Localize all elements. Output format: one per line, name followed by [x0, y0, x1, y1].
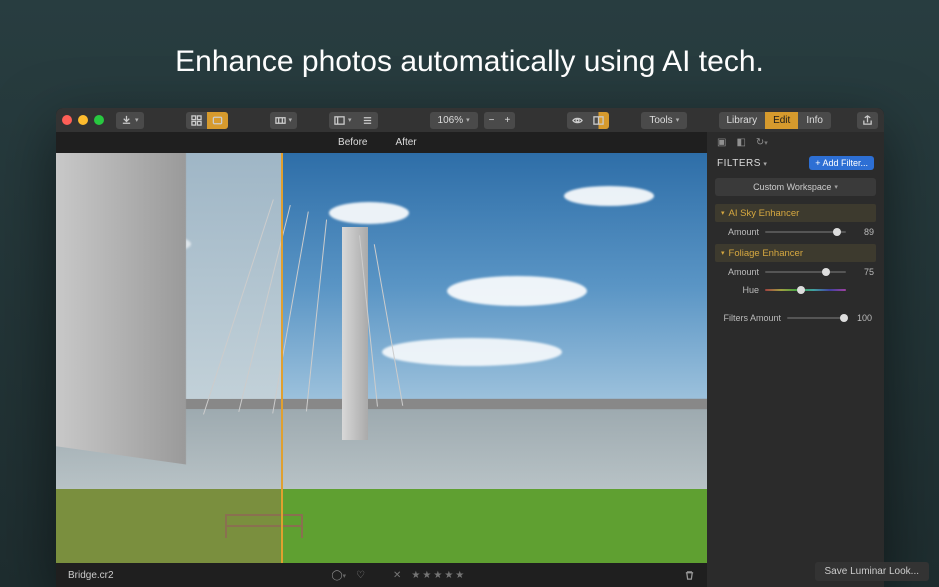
- filter-header[interactable]: ▾ Foliage Enhancer: [715, 244, 876, 262]
- filename-label: Bridge.cr2: [68, 570, 114, 581]
- filter-foliage-enhancer: ▾ Foliage Enhancer Amount 75 Hue: [715, 244, 876, 298]
- favorite-button[interactable]: ♡: [356, 570, 365, 581]
- window-controls: [62, 115, 104, 125]
- chevron-down-icon: ▾: [676, 116, 680, 124]
- add-filter-button[interactable]: + Add Filter...: [809, 156, 874, 170]
- sidebar-toggle-button[interactable]: ▾: [329, 112, 357, 129]
- compare-slider[interactable]: [281, 153, 283, 563]
- preview-segment: [567, 112, 609, 129]
- grid-view-button[interactable]: [186, 112, 207, 129]
- slider-value: 75: [852, 267, 874, 277]
- slider-label: Amount: [717, 267, 759, 277]
- tools-label: Tools: [649, 115, 672, 126]
- single-view-button[interactable]: [207, 112, 228, 129]
- chevron-down-icon: ▾: [135, 116, 139, 124]
- app-window: ▾ ▾ ▾ 106%: [56, 108, 884, 587]
- panel-tab-icons: ▣ ◧ ↻▾: [707, 132, 884, 152]
- filter-name: Foliage Enhancer: [729, 248, 803, 259]
- close-icon[interactable]: [62, 115, 72, 125]
- zoom-stepper: − +: [484, 112, 516, 129]
- rating-stars[interactable]: ★★★★★: [411, 570, 466, 581]
- quick-preview-button[interactable]: [567, 112, 588, 129]
- slider-value: 89: [852, 227, 874, 237]
- share-button[interactable]: [857, 112, 878, 129]
- filter-header[interactable]: ▾ AI Sky Enhancer: [715, 204, 876, 222]
- chevron-down-icon: ▾: [834, 183, 838, 191]
- chevron-down-icon: ▾: [466, 116, 470, 124]
- compare-button[interactable]: [588, 112, 609, 129]
- chevron-down-icon: ▾: [761, 161, 767, 168]
- collapse-icon: ▾: [721, 209, 725, 217]
- hero-title: Enhance photos automatically using AI te…: [0, 45, 939, 79]
- view-mode-segment: [186, 112, 228, 129]
- filters-title: FILTERS ▾: [717, 158, 767, 169]
- zoom-in-button[interactable]: +: [499, 112, 515, 129]
- slider-amount: Amount 75: [715, 262, 876, 280]
- chevron-down-icon: ▾: [289, 116, 293, 124]
- history-tab-icon[interactable]: ↻▾: [756, 137, 768, 148]
- image-canvas[interactable]: [56, 153, 707, 563]
- reject-button[interactable]: ✕: [393, 570, 401, 581]
- slider-value: 100: [850, 313, 872, 323]
- mode-tabs: Library Edit Info: [719, 112, 832, 129]
- save-look-button[interactable]: Save Luminar Look...: [815, 562, 930, 581]
- after-label: After: [382, 132, 708, 153]
- slider-filters-amount: Filters Amount 100: [717, 308, 874, 326]
- slider-track[interactable]: [765, 284, 846, 296]
- slider-label: Amount: [717, 227, 759, 237]
- tab-library[interactable]: Library: [719, 112, 766, 129]
- tools-button[interactable]: Tools ▾: [641, 112, 687, 129]
- zoom-window-icon[interactable]: [94, 115, 104, 125]
- layers-tab-icon[interactable]: ◧: [736, 137, 745, 148]
- canvas-tab-icon[interactable]: ▣: [717, 137, 726, 148]
- compare-header: Before After: [56, 132, 707, 153]
- slider-track[interactable]: [765, 226, 846, 238]
- color-tag-button[interactable]: ◯▾: [331, 570, 346, 581]
- zoom-level-button[interactable]: 106% ▾: [430, 112, 478, 129]
- panel-layout-segment: ▾: [329, 112, 378, 129]
- filmstrip-button[interactable]: ▾: [270, 112, 298, 129]
- workspace-selector[interactable]: Custom Workspace ▾: [715, 178, 876, 196]
- filter-name: AI Sky Enhancer: [729, 208, 800, 219]
- toolbar: ▾ ▾ ▾ 106%: [56, 108, 884, 132]
- slider-hue: Hue: [715, 280, 876, 298]
- tab-info[interactable]: Info: [798, 112, 831, 129]
- slider-label: Filters Amount: [719, 313, 781, 323]
- minimize-icon[interactable]: [78, 115, 88, 125]
- workspace-label: Custom Workspace: [753, 182, 831, 192]
- list-toggle-button[interactable]: [357, 112, 378, 129]
- collapse-icon: ▾: [721, 249, 725, 257]
- status-bar: Bridge.cr2 ◯▾ ♡ ✕ ★★★★★: [56, 563, 707, 587]
- before-label: Before: [56, 132, 382, 153]
- bench-graphic: [225, 514, 303, 539]
- filters-panel: ▣ ◧ ↻▾ FILTERS ▾ + Add Filter... Custom …: [707, 132, 884, 587]
- slider-track[interactable]: [787, 312, 844, 324]
- tab-edit[interactable]: Edit: [765, 112, 798, 129]
- zoom-out-button[interactable]: −: [484, 112, 500, 129]
- zoom-value: 106%: [438, 115, 464, 126]
- slider-label: Hue: [717, 285, 759, 295]
- filter-ai-sky-enhancer: ▾ AI Sky Enhancer Amount 89: [715, 204, 876, 240]
- slider-amount: Amount 89: [715, 222, 876, 240]
- chevron-down-icon: ▾: [348, 116, 352, 124]
- trash-button[interactable]: [684, 570, 695, 581]
- slider-track[interactable]: [765, 266, 846, 278]
- import-button[interactable]: ▾: [116, 112, 144, 129]
